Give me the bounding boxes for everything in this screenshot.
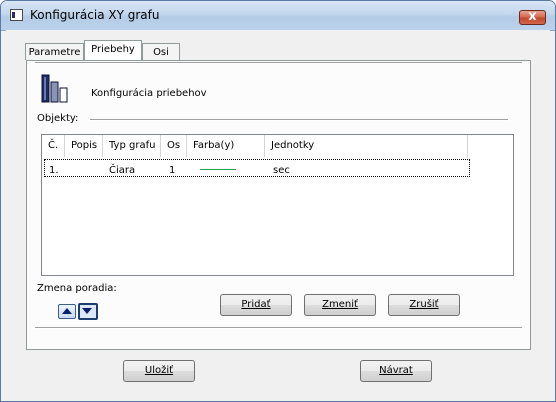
change-button-label: Zmeniť xyxy=(322,299,358,310)
add-button[interactable]: Pridať xyxy=(220,294,292,316)
column-header-jednotky[interactable]: Jednotky xyxy=(265,135,468,157)
row-color-swatch xyxy=(200,169,236,170)
back-button[interactable]: Návrat xyxy=(360,360,432,382)
tab-priebehy[interactable]: Priebehy xyxy=(84,40,142,60)
row-focus-rect xyxy=(44,159,470,177)
column-header-filler xyxy=(468,135,513,157)
save-button-label: Uložiť xyxy=(144,365,174,376)
bar-chart-icon xyxy=(41,74,68,103)
tab-parametre[interactable]: Parametre xyxy=(25,43,84,60)
panel-top-divider xyxy=(35,62,522,64)
tab-panel-priebehy: Konfigurácia priebehov Objekty: Č. Popis… xyxy=(26,60,531,350)
row-os: 1 xyxy=(169,165,176,176)
tab-osi-label: Osi xyxy=(153,47,169,58)
objects-group-divider xyxy=(90,119,508,121)
dialog-body: Parametre Priebehy Osi Konfigurácia prie… xyxy=(6,30,550,395)
column-header-farba[interactable]: Farba(y) xyxy=(187,135,265,157)
delete-button-label: Zrušiť xyxy=(409,299,439,310)
arrow-up-icon xyxy=(62,308,72,314)
panel-bottom-divider xyxy=(35,327,522,329)
objects-list[interactable]: Č. Popis Typ grafu Os Farba(y) Jednotky … xyxy=(41,134,514,276)
move-down-button[interactable] xyxy=(78,303,98,320)
section-title: Konfigurácia priebehov xyxy=(91,88,207,99)
tab-osi[interactable]: Osi xyxy=(142,43,180,60)
title-bar: Konfigurácia XY grafu x xyxy=(1,1,555,31)
row-typ: Čiara xyxy=(109,165,136,176)
window-app-icon xyxy=(10,9,23,21)
column-header-os[interactable]: Os xyxy=(161,135,187,157)
column-header-typ[interactable]: Typ grafu xyxy=(103,135,161,157)
column-header-num[interactable]: Č. xyxy=(42,135,65,157)
tab-parametre-label: Parametre xyxy=(28,47,81,58)
row-num: 1. xyxy=(49,165,59,176)
objects-group-label: Objekty: xyxy=(37,113,79,124)
close-button[interactable]: x xyxy=(519,9,546,25)
order-label: Zmena poradia: xyxy=(37,283,117,294)
arrow-down-icon xyxy=(82,308,92,314)
delete-button[interactable]: Zrušiť xyxy=(388,294,460,316)
save-button[interactable]: Uložiť xyxy=(123,360,195,382)
back-button-label: Návrat xyxy=(379,365,413,376)
tab-priebehy-label: Priebehy xyxy=(91,44,135,55)
move-up-button[interactable] xyxy=(58,304,76,319)
dialog-window: Konfigurácia XY grafu x Parametre Priebe… xyxy=(0,0,556,402)
change-button[interactable]: Zmeniť xyxy=(304,294,376,316)
row-jednotky: sec xyxy=(273,165,290,176)
column-header-popis[interactable]: Popis xyxy=(65,135,103,157)
add-button-label: Pridať xyxy=(241,299,271,310)
close-icon: x xyxy=(528,9,537,24)
window-title: Konfigurácia XY grafu xyxy=(30,8,160,22)
